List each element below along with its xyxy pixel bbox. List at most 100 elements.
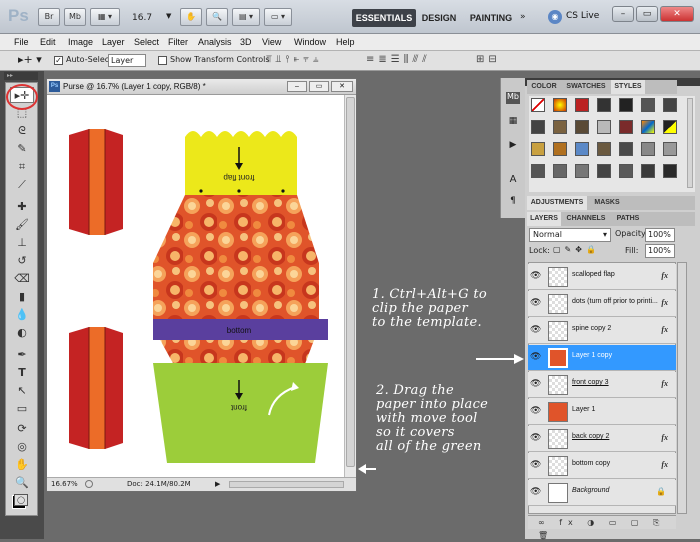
tab-layers[interactable]: LAYERS (527, 212, 561, 226)
layers-footer-icons[interactable]: ∞ fx ◑ ▭ ▢ ⎘ 🗑 (528, 515, 676, 540)
lasso-tool-icon[interactable]: ᘓ (10, 123, 34, 139)
layer-row[interactable]: 👁 Layer 1 (528, 399, 676, 425)
path-select-tool-icon[interactable]: ↖ (10, 383, 34, 399)
actions-panel-icon[interactable]: ▶ (506, 140, 520, 152)
style-swatch[interactable] (663, 164, 677, 178)
history-brush-tool-icon[interactable]: ↺ (10, 253, 34, 269)
style-swatch[interactable] (531, 142, 545, 156)
visibility-eye-icon[interactable]: 👁 (530, 460, 542, 470)
menu-window[interactable]: Window (294, 35, 326, 49)
style-swatch[interactable] (641, 98, 655, 112)
style-swatch[interactable] (553, 142, 567, 156)
layer-row[interactable]: 👁 dots (turn off prior to printi... fx (528, 291, 676, 317)
distribute-buttons-icon[interactable]: ≡≣☰⫼⫻⫽ (366, 54, 431, 65)
cs-live-icon[interactable]: ◉ (548, 10, 562, 24)
style-swatch[interactable] (553, 164, 567, 178)
zoom-tool-panel-icon[interactable]: 🔍 (10, 475, 34, 491)
blend-mode-dropdown[interactable]: Normal ▾ (529, 228, 611, 242)
visibility-eye-icon[interactable]: 👁 (530, 487, 542, 497)
layer-row[interactable]: 👁 front copy 3 fx (528, 372, 676, 398)
layer-fx-icon[interactable]: fx (661, 433, 668, 442)
workspace-painting[interactable]: PAINTING (468, 9, 514, 27)
pen-tool-icon[interactable]: ✒ (10, 347, 34, 363)
history-panel-icon[interactable]: ▦ (506, 116, 520, 128)
hand-tool-icon[interactable]: ✋ (180, 8, 202, 26)
style-swatch[interactable] (641, 142, 655, 156)
menu-edit[interactable]: Edit (40, 35, 56, 49)
blur-tool-icon[interactable]: 💧 (10, 307, 34, 323)
visibility-eye-icon[interactable]: 👁 (530, 352, 542, 362)
quick-mask-icon[interactable]: ◯ (14, 494, 28, 506)
style-swatch[interactable] (641, 120, 655, 134)
restore-button[interactable]: ▭ (636, 6, 658, 22)
layer-fx-icon[interactable]: fx (661, 298, 668, 307)
style-swatch[interactable] (531, 120, 545, 134)
layer-fx-icon[interactable]: fx (661, 460, 668, 469)
layer-fx-icon[interactable]: fx (661, 325, 668, 334)
arrange-documents-button[interactable]: ▤ ▾ (232, 8, 260, 26)
align-buttons-icon[interactable]: ⫪⫫⫯⫦⫧⫨ (266, 54, 323, 65)
visibility-eye-icon[interactable]: 👁 (530, 379, 542, 389)
style-swatch[interactable] (553, 98, 567, 112)
layers-scrollbar[interactable] (677, 262, 687, 514)
hand-tool-panel-icon[interactable]: ✋ (10, 457, 34, 473)
status-zoom[interactable]: 16.67% (51, 478, 78, 491)
tab-channels[interactable]: CHANNELS (563, 212, 609, 226)
document-title-bar[interactable]: Ps Purse @ 16.7% (Layer 1 copy, RGB/8) *… (47, 79, 356, 95)
bridge-button[interactable]: Br (38, 8, 60, 26)
opacity-input[interactable]: 100% (645, 228, 675, 242)
tab-styles[interactable]: STYLES (611, 80, 645, 94)
brush-tool-icon[interactable]: 🖌 (10, 217, 34, 233)
show-transform-checkbox[interactable] (158, 56, 167, 65)
visibility-eye-icon[interactable]: 👁 (530, 298, 542, 308)
style-swatch[interactable] (597, 98, 611, 112)
fill-input[interactable]: 100% (645, 244, 675, 258)
menu-file[interactable]: File (14, 35, 29, 49)
type-tool-icon[interactable]: T (10, 365, 34, 381)
style-swatch[interactable] (575, 98, 589, 112)
style-none[interactable] (531, 98, 545, 112)
tab-masks[interactable]: MASKS (589, 196, 625, 210)
clone-stamp-tool-icon[interactable]: ⊥ (10, 235, 34, 251)
layer-row[interactable]: 👁 scalloped flap fx (528, 264, 676, 290)
visibility-eye-icon[interactable]: 👁 (530, 271, 542, 281)
status-info-icon[interactable] (85, 480, 93, 488)
crop-tool-icon[interactable]: ⌗ (10, 159, 34, 175)
3d-rotate-tool-icon[interactable]: ⟳ (10, 421, 34, 437)
document-vertical-scrollbar[interactable] (344, 95, 356, 477)
workspace-design[interactable]: DESIGN (420, 9, 458, 27)
style-swatch[interactable] (663, 142, 677, 156)
layer-row[interactable]: 👁 Background 🔒 (528, 480, 676, 506)
style-swatch[interactable] (597, 120, 611, 134)
workspace-essentials[interactable]: ESSENTIALS (352, 9, 416, 27)
mini-bridge-panel-icon[interactable]: Mb (506, 92, 520, 104)
tab-paths[interactable]: PATHS (611, 212, 645, 226)
menu-image[interactable]: Image (68, 35, 93, 49)
auto-select-checkbox[interactable]: ✓ (54, 56, 63, 65)
character-panel-icon[interactable]: A (506, 174, 520, 186)
menu-analysis[interactable]: Analysis (198, 35, 232, 49)
healing-brush-tool-icon[interactable]: ✚ (10, 199, 34, 215)
scrollbar-thumb[interactable] (346, 97, 355, 467)
eraser-tool-icon[interactable]: ⌫ (10, 271, 34, 287)
workspace-more-icon[interactable]: » (520, 12, 526, 22)
style-swatch[interactable] (597, 142, 611, 156)
doc-close-button[interactable]: ✕ (331, 81, 353, 92)
doc-restore-button[interactable]: ▭ (309, 81, 329, 92)
close-button[interactable]: ✕ (660, 6, 694, 22)
style-swatch[interactable] (597, 164, 611, 178)
menu-help[interactable]: Help (336, 35, 355, 49)
auto-select-dropdown[interactable]: Layer (108, 54, 146, 67)
visibility-eye-icon[interactable]: 👁 (530, 406, 542, 416)
visibility-eye-icon[interactable]: 👁 (530, 433, 542, 443)
zoom-dropdown-icon[interactable]: ▼ (166, 12, 171, 20)
layer-row-selected[interactable]: 👁 Layer 1 copy (528, 345, 676, 371)
layer-fx-icon[interactable]: fx (661, 271, 668, 280)
lock-icons[interactable]: ▢✎✥🔒 (553, 245, 600, 254)
cs-live-label[interactable]: CS Live (566, 11, 599, 21)
menu-select[interactable]: Select (134, 35, 159, 49)
style-swatch[interactable] (575, 120, 589, 134)
style-swatch[interactable] (663, 120, 677, 134)
style-swatch[interactable] (641, 164, 655, 178)
style-swatch[interactable] (619, 164, 633, 178)
